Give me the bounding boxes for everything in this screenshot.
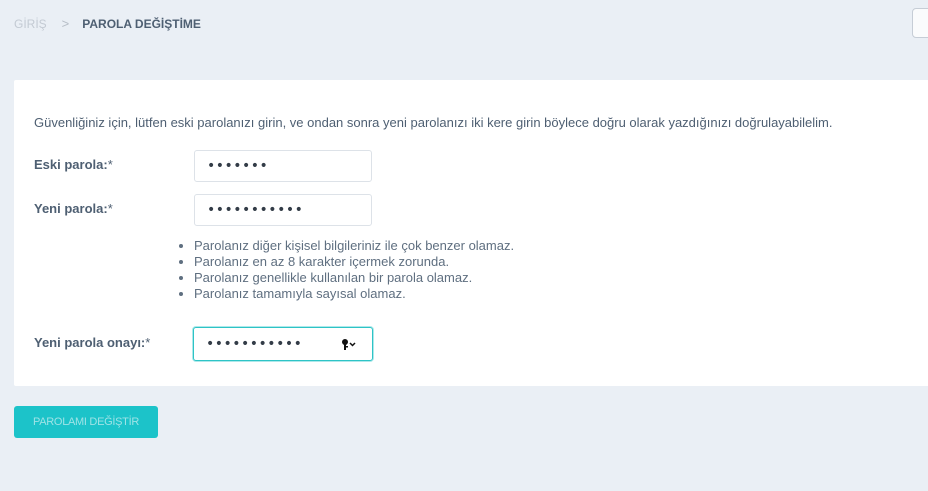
- password-help-list: Parolanız diğer kişisel bilgileriniz ile…: [180, 238, 514, 302]
- required-marker: *: [107, 157, 113, 172]
- breadcrumb-home-link[interactable]: GİRİŞ: [14, 17, 47, 31]
- key-icon[interactable]: [340, 337, 360, 353]
- top-right-button[interactable]: [912, 8, 928, 38]
- help-item: Parolanız genellikle kullanılan bir paro…: [194, 270, 514, 286]
- new-password-label: Yeni parola:*: [34, 201, 113, 216]
- password-change-panel: Güvenliğiniz için, lütfen eski parolanız…: [14, 80, 928, 386]
- old-password-label-text: Eski parola:: [34, 157, 108, 172]
- help-item: Parolanız en az 8 karakter içermek zorun…: [194, 254, 514, 270]
- new-password-label-text: Yeni parola:: [34, 201, 108, 216]
- help-item: Parolanız diğer kişisel bilgileriniz ile…: [194, 238, 514, 254]
- breadcrumb-current: PAROLA DEĞİŞTİME: [82, 16, 201, 31]
- old-password-label: Eski parola:*: [34, 157, 113, 172]
- old-password-input[interactable]: [194, 150, 372, 182]
- change-password-button[interactable]: PAROLAMI DEĞİŞTİR: [14, 406, 158, 438]
- required-marker: *: [145, 335, 151, 350]
- breadcrumb-separator: >: [61, 16, 70, 31]
- breadcrumb: GİRİŞ > PAROLA DEĞİŞTİME: [14, 16, 201, 31]
- help-item: Parolanız tamamıyla sayısal olamaz.: [194, 286, 514, 302]
- confirm-password-label: Yeni parola onayı:*: [34, 335, 150, 350]
- intro-text: Güvenliğiniz için, lütfen eski parolanız…: [34, 115, 833, 130]
- new-password-input[interactable]: [194, 194, 372, 226]
- confirm-password-label-text: Yeni parola onayı:: [34, 335, 146, 350]
- required-marker: *: [107, 201, 113, 216]
